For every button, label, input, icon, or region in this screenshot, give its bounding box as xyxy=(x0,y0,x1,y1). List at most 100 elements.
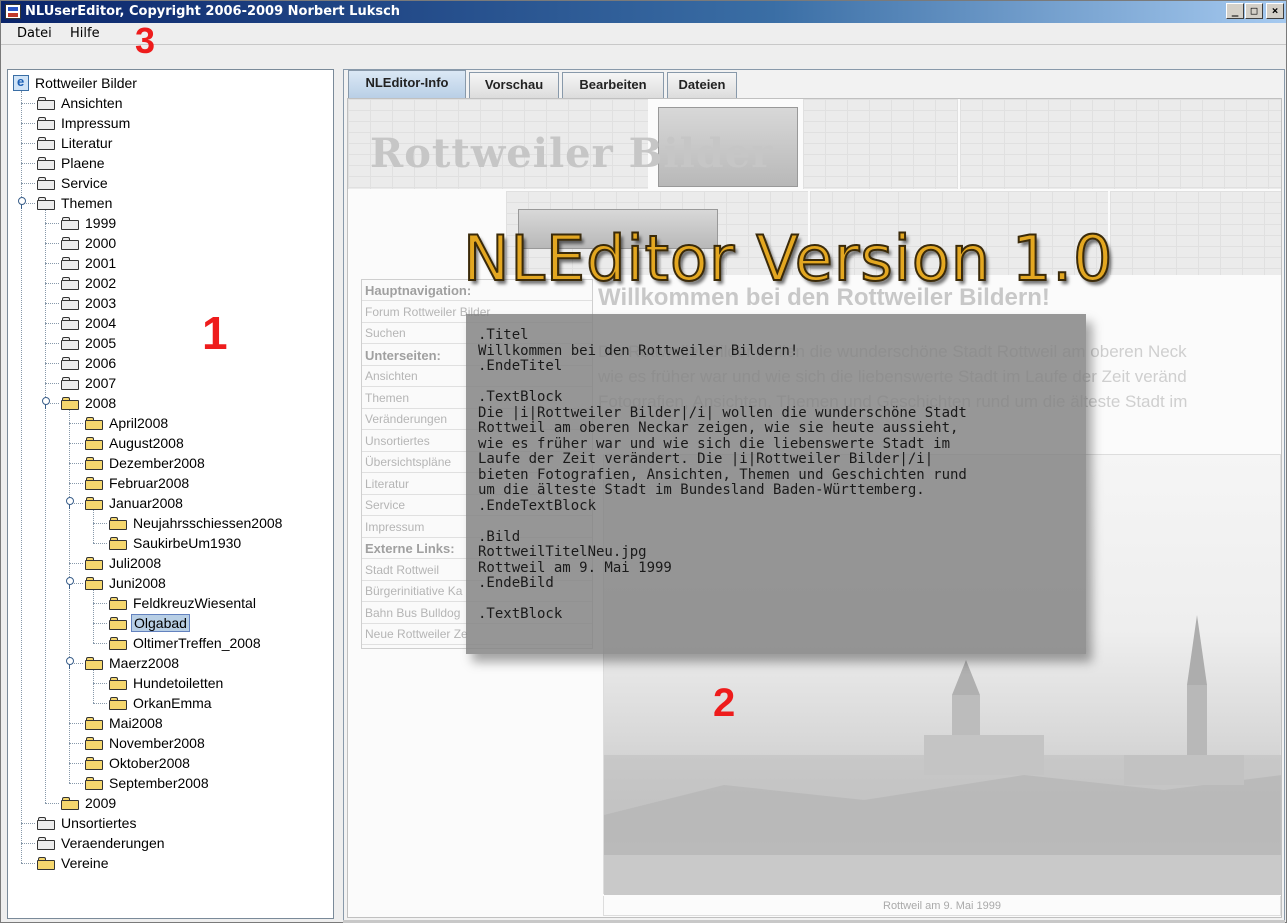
tree-item[interactable]: Unsortiertes xyxy=(37,813,138,833)
tree-guide-line xyxy=(93,543,107,544)
tree-item[interactable]: 2004 xyxy=(61,313,118,333)
tree-item[interactable]: 2001 xyxy=(61,253,118,273)
tree-item[interactable]: Service xyxy=(37,173,110,193)
tree-root[interactable]: Rottweiler Bilder xyxy=(13,73,139,93)
expand-toggle-icon[interactable] xyxy=(41,397,50,409)
tree-item[interactable]: 2007 xyxy=(61,373,118,393)
tree-item[interactable]: November2008 xyxy=(85,733,207,753)
tree-item-label: September2008 xyxy=(109,775,209,791)
menu-datei[interactable]: Datei xyxy=(17,26,52,41)
tree-item[interactable]: Plaene xyxy=(37,153,107,173)
folder-body xyxy=(37,139,55,150)
code-line: .TextBlock xyxy=(478,389,563,405)
tree-item[interactable]: 2000 xyxy=(61,233,118,253)
tree-item-label: Ansichten xyxy=(61,95,123,111)
tree-item[interactable]: Maerz2008 xyxy=(85,653,181,673)
folder-open-icon xyxy=(85,736,103,750)
tree-item[interactable]: Hundetoiletten xyxy=(109,673,225,693)
menu-hilfe[interactable]: Hilfe xyxy=(70,26,100,41)
tree-item-label: 2007 xyxy=(85,375,117,391)
tree-item[interactable]: 1999 xyxy=(61,213,118,233)
folder-open-icon xyxy=(85,716,103,730)
maximize-button[interactable]: □ xyxy=(1245,3,1263,19)
tree-item[interactable]: Literatur xyxy=(37,133,114,153)
tree-item[interactable]: Vereine xyxy=(37,853,110,873)
tree-item[interactable]: Veraenderungen xyxy=(37,833,167,853)
folder-body xyxy=(109,619,127,630)
expand-toggle-icon[interactable] xyxy=(65,577,74,589)
tab-dateien[interactable]: Dateien xyxy=(667,72,737,98)
folder-body xyxy=(109,699,127,710)
title-bar[interactable]: NLUserEditor, Copyright 2006-2009 Norber… xyxy=(1,1,1286,23)
tree-item[interactable]: Februar2008 xyxy=(85,473,191,493)
tree-item[interactable]: Juni2008 xyxy=(85,573,168,593)
tab-nleditor-info[interactable]: NLEditor-Info xyxy=(348,70,466,98)
close-button[interactable]: × xyxy=(1266,3,1284,19)
tree-item[interactable]: August2008 xyxy=(85,433,186,453)
folder-icon xyxy=(61,236,79,250)
tree-guide-line xyxy=(93,589,94,643)
tree-guide-line xyxy=(45,363,59,364)
folder-icon xyxy=(37,836,55,850)
folder-icon xyxy=(61,316,79,330)
tree-item[interactable]: OrkanEmma xyxy=(109,693,214,713)
tree-item-label: 2003 xyxy=(85,295,117,311)
tree-item-label: Literatur xyxy=(61,135,113,151)
tree-item[interactable]: SaukirbeUm1930 xyxy=(109,533,243,553)
tree-item[interactable]: Neujahrsschiessen2008 xyxy=(109,513,284,533)
tree-guide-line xyxy=(45,323,59,324)
tree-item[interactable]: April2008 xyxy=(85,413,170,433)
tree-item[interactable]: 2002 xyxy=(61,273,118,293)
tree-guide-line xyxy=(69,563,83,564)
folder-icon xyxy=(37,196,55,210)
tree-item-label: Juni2008 xyxy=(109,575,166,591)
tree-item[interactable]: Januar2008 xyxy=(85,493,185,513)
tree-item-label: 2008 xyxy=(85,395,117,411)
tab-vorschau[interactable]: Vorschau xyxy=(469,72,559,98)
tree-item[interactable]: 2008 xyxy=(61,393,118,413)
code-line: Die |i|Rottweiler Bilder|/i| wollen die … xyxy=(478,404,967,421)
folder-tree[interactable]: Rottweiler Bilder Ansichten Impressum Liter… xyxy=(7,69,334,919)
tree-guide-line xyxy=(21,843,35,844)
tree-item[interactable]: OltimerTreffen_2008 xyxy=(109,633,263,653)
tab-bearbeiten[interactable]: Bearbeiten xyxy=(562,72,664,98)
folder-body xyxy=(37,159,55,170)
header-pattern xyxy=(803,99,958,189)
tree-item[interactable]: Themen xyxy=(37,193,114,213)
folder-body xyxy=(61,299,79,310)
tree-item[interactable]: Olgabad xyxy=(109,613,190,633)
folder-body xyxy=(61,259,79,270)
folder-body xyxy=(109,639,127,650)
tree-item[interactable]: September2008 xyxy=(85,773,211,793)
code-line: Rottweil am 9. Mai 1999 xyxy=(478,559,672,576)
tree-guide-line xyxy=(45,383,59,384)
folder-open-icon xyxy=(85,576,103,590)
tree-item[interactable]: Impressum xyxy=(37,113,132,133)
tree-guide-line xyxy=(69,423,83,424)
tree-item[interactable]: Ansichten xyxy=(37,93,124,113)
folder-open-icon xyxy=(109,516,127,530)
tree-item[interactable]: Dezember2008 xyxy=(85,453,207,473)
tree-item[interactable]: 2009 xyxy=(61,793,118,813)
expand-toggle-icon[interactable] xyxy=(17,197,26,209)
folder-open-icon xyxy=(85,756,103,770)
app-window: NLUserEditor, Copyright 2006-2009 Norber… xyxy=(0,0,1287,923)
tree-guide-line xyxy=(21,163,35,164)
tree-item[interactable]: Mai2008 xyxy=(85,713,165,733)
folder-body xyxy=(37,839,55,850)
expand-toggle-icon[interactable] xyxy=(65,497,74,509)
tree-item[interactable]: Juli2008 xyxy=(85,553,163,573)
tree-item[interactable]: Oktober2008 xyxy=(85,753,192,773)
tree-guide-line xyxy=(45,803,59,804)
folder-body xyxy=(61,219,79,230)
folder-open-icon xyxy=(85,476,103,490)
tree-item[interactable]: 2005 xyxy=(61,333,118,353)
minimize-button[interactable]: _ xyxy=(1226,3,1244,19)
tree-item-label: Juli2008 xyxy=(109,555,162,571)
tree-item[interactable]: FeldkreuzWiesental xyxy=(109,593,258,613)
tree-item[interactable]: 2006 xyxy=(61,353,118,373)
expand-toggle-icon[interactable] xyxy=(65,657,74,669)
site-title: Rottweiler Bilder xyxy=(370,130,774,177)
tree-item[interactable]: 2003 xyxy=(61,293,118,313)
